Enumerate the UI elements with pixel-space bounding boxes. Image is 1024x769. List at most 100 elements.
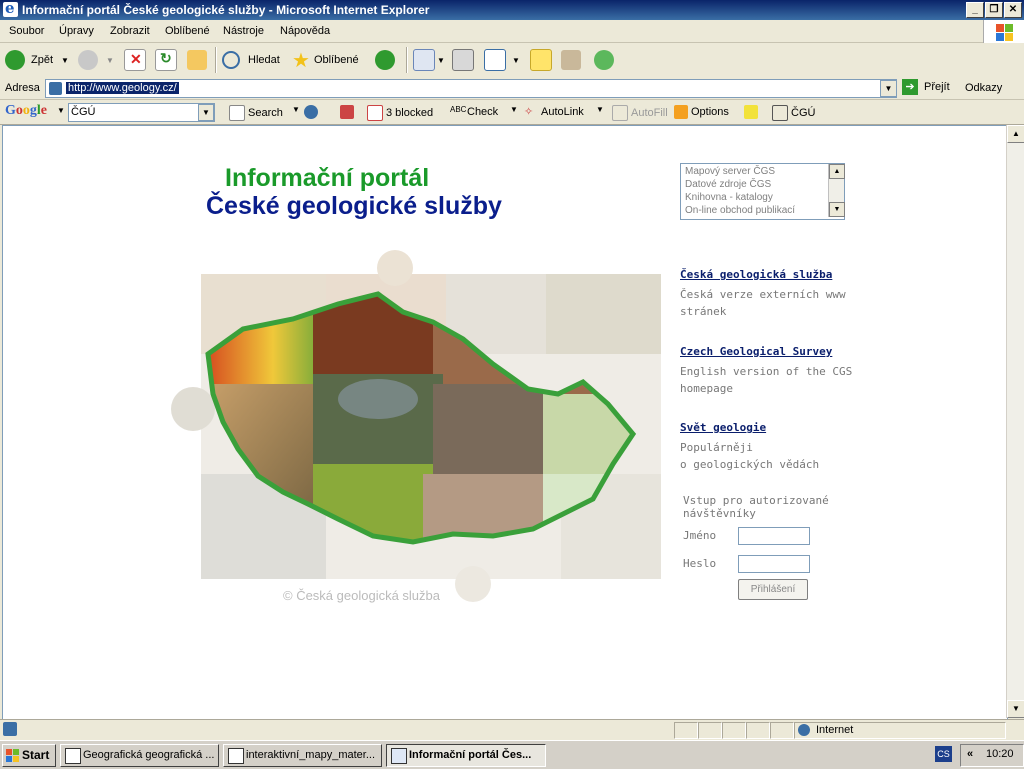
google-search-dropdown-icon[interactable]: ▼	[292, 105, 300, 114]
home-icon	[187, 50, 207, 70]
google-news-button[interactable]	[304, 105, 321, 119]
google-menu-dropdown-icon[interactable]: ▼	[57, 106, 65, 115]
search-button[interactable]: Hledat	[222, 48, 280, 72]
taskbar: Start Geografická geografická ... intera…	[0, 740, 1024, 769]
refresh-button[interactable]: ↻	[155, 48, 177, 72]
menu-upravy[interactable]: Úpravy	[59, 25, 94, 37]
windows-flag-icon	[6, 749, 19, 762]
print-button[interactable]	[452, 48, 474, 72]
czech-map-puzzle-collage	[171, 250, 661, 602]
back-button[interactable]: Zpět ▼	[5, 48, 69, 72]
scroll-down-icon[interactable]: ▼	[1007, 700, 1024, 718]
address-label: Adresa	[5, 82, 40, 94]
home-button[interactable]	[187, 48, 207, 72]
mail-dropdown-icon[interactable]: ▼	[437, 56, 445, 65]
research-button[interactable]	[561, 48, 581, 72]
listbox-option[interactable]: Knihovna - katalogy	[685, 192, 773, 203]
google-search-label: Search	[248, 106, 283, 119]
google-g-icon	[229, 105, 245, 121]
google-logo[interactable]: Google	[5, 103, 47, 119]
ie-icon	[3, 0, 18, 17]
taskbar-item-active[interactable]: Informační portál Čes...	[386, 744, 546, 767]
login-button[interactable]: Přihlášení	[738, 579, 808, 600]
check-dropdown-icon[interactable]: ▼	[510, 105, 518, 114]
go-button[interactable]: ➔ Přejít	[902, 79, 950, 95]
go-arrow-icon: ➔	[902, 79, 918, 95]
mail-icon	[413, 49, 435, 71]
listbox-option[interactable]: Datové zdroje ČGS	[685, 179, 771, 190]
go-label: Přejít	[924, 81, 950, 93]
taskbar-item[interactable]: Geografická geografická ...	[60, 744, 219, 767]
word-find-button[interactable]: ČGÚ	[772, 105, 815, 121]
autolink-button[interactable]: ✧ AutoLink	[524, 105, 584, 119]
portal-title-line2: České geologické služby	[206, 192, 502, 220]
address-input[interactable]: http://www.geology.cz/	[45, 79, 897, 98]
tray-expand-icon[interactable]: «	[967, 748, 973, 760]
link-ceska-geologicka-sluzba[interactable]: Česká geologická služba	[680, 268, 832, 281]
google-search-dropdown-icon[interactable]: ▼	[198, 104, 214, 121]
menu-napoveda[interactable]: Nápověda	[280, 25, 330, 37]
standard-toolbar: Zpět ▼ ▼ ✕ ↻ Hledat ★ Oblíbené ▼ ▼	[0, 43, 1024, 78]
minimize-button[interactable]: _	[966, 2, 984, 18]
services-listbox[interactable]: Mapový server ČGS Datové zdroje ČGS Knih…	[680, 163, 845, 220]
word-document-icon	[228, 748, 244, 764]
clock[interactable]: 10:20	[986, 748, 1014, 760]
status-segment	[770, 722, 794, 739]
username-input[interactable]	[738, 527, 810, 545]
favorites-button[interactable]: ★ Oblíbené	[292, 48, 359, 72]
title-bar: Informační portál České geologické služb…	[0, 0, 1024, 20]
scroll-up-icon[interactable]: ▲	[1007, 125, 1024, 143]
address-url[interactable]: http://www.geology.cz/	[66, 82, 179, 94]
password-input[interactable]	[738, 555, 810, 573]
link-description: Populárněji o geologických vědách	[680, 441, 820, 471]
autofill-button[interactable]: AutoFill	[612, 105, 668, 121]
history-icon	[375, 50, 395, 70]
abc-check-icon: ABC	[450, 105, 467, 114]
forward-dropdown-icon[interactable]: ▼	[106, 56, 114, 65]
edit-dropdown-icon[interactable]: ▼	[512, 56, 520, 65]
spellcheck-button[interactable]: ABCCheck	[450, 105, 498, 119]
pagerank-button[interactable]	[340, 105, 357, 119]
google-search-input[interactable]: ČGÚ ▼	[68, 103, 215, 122]
menu-nastroje[interactable]: Nástroje	[223, 25, 264, 37]
links-label[interactable]: Odkazy	[965, 82, 1002, 94]
language-indicator[interactable]: CS	[935, 746, 952, 762]
stop-button[interactable]: ✕	[124, 48, 146, 72]
edit-button[interactable]: ▼	[484, 48, 520, 72]
menu-oblibene[interactable]: Oblíbené	[165, 25, 210, 37]
address-dropdown-icon[interactable]: ▼	[880, 80, 897, 97]
mail-button[interactable]: ▼	[413, 48, 445, 72]
messenger-button[interactable]	[594, 48, 614, 72]
status-segment	[698, 722, 722, 739]
note-icon	[530, 49, 552, 71]
forward-button[interactable]: ▼	[78, 48, 114, 72]
page-scrollbar[interactable]: ▲ ▼	[1006, 125, 1024, 718]
autofill-icon	[612, 105, 628, 121]
favorites-label: Oblíbené	[313, 54, 359, 66]
system-tray: « 10:20	[960, 744, 1024, 767]
start-button[interactable]: Start	[2, 744, 56, 767]
notes-button[interactable]	[530, 48, 552, 72]
listbox-scrollbar[interactable]: ▲ ▼	[828, 164, 845, 217]
autolink-dropdown-icon[interactable]: ▼	[596, 105, 604, 114]
listbox-scroll-up-icon[interactable]: ▲	[829, 164, 845, 179]
back-dropdown-icon[interactable]: ▼	[61, 56, 69, 65]
link-svet-geologie[interactable]: Svět geologie	[680, 421, 766, 434]
google-search-button[interactable]: Search	[229, 105, 283, 121]
link-czech-geological-survey[interactable]: Czech Geological Survey	[680, 345, 832, 358]
listbox-option[interactable]: Mapový server ČGS	[685, 166, 775, 177]
menu-zobrazit[interactable]: Zobrazit	[110, 25, 150, 37]
highlight-button[interactable]	[744, 105, 761, 119]
start-label: Start	[22, 748, 50, 762]
menu-soubor[interactable]: Soubor	[9, 25, 44, 37]
forward-arrow-icon	[78, 50, 98, 70]
zone-label: Internet	[816, 724, 854, 736]
listbox-scroll-down-icon[interactable]: ▼	[829, 202, 845, 217]
listbox-option[interactable]: On-line obchod publikací	[685, 205, 795, 216]
close-button[interactable]: ✕	[1004, 2, 1022, 18]
options-button[interactable]: Options	[674, 105, 729, 119]
history-button[interactable]	[375, 48, 395, 72]
taskbar-item[interactable]: interaktivní_mapy_mater...	[223, 744, 382, 767]
popup-blocker-button[interactable]: 3 blocked	[367, 105, 433, 121]
maximize-button[interactable]: ❐	[985, 2, 1003, 18]
